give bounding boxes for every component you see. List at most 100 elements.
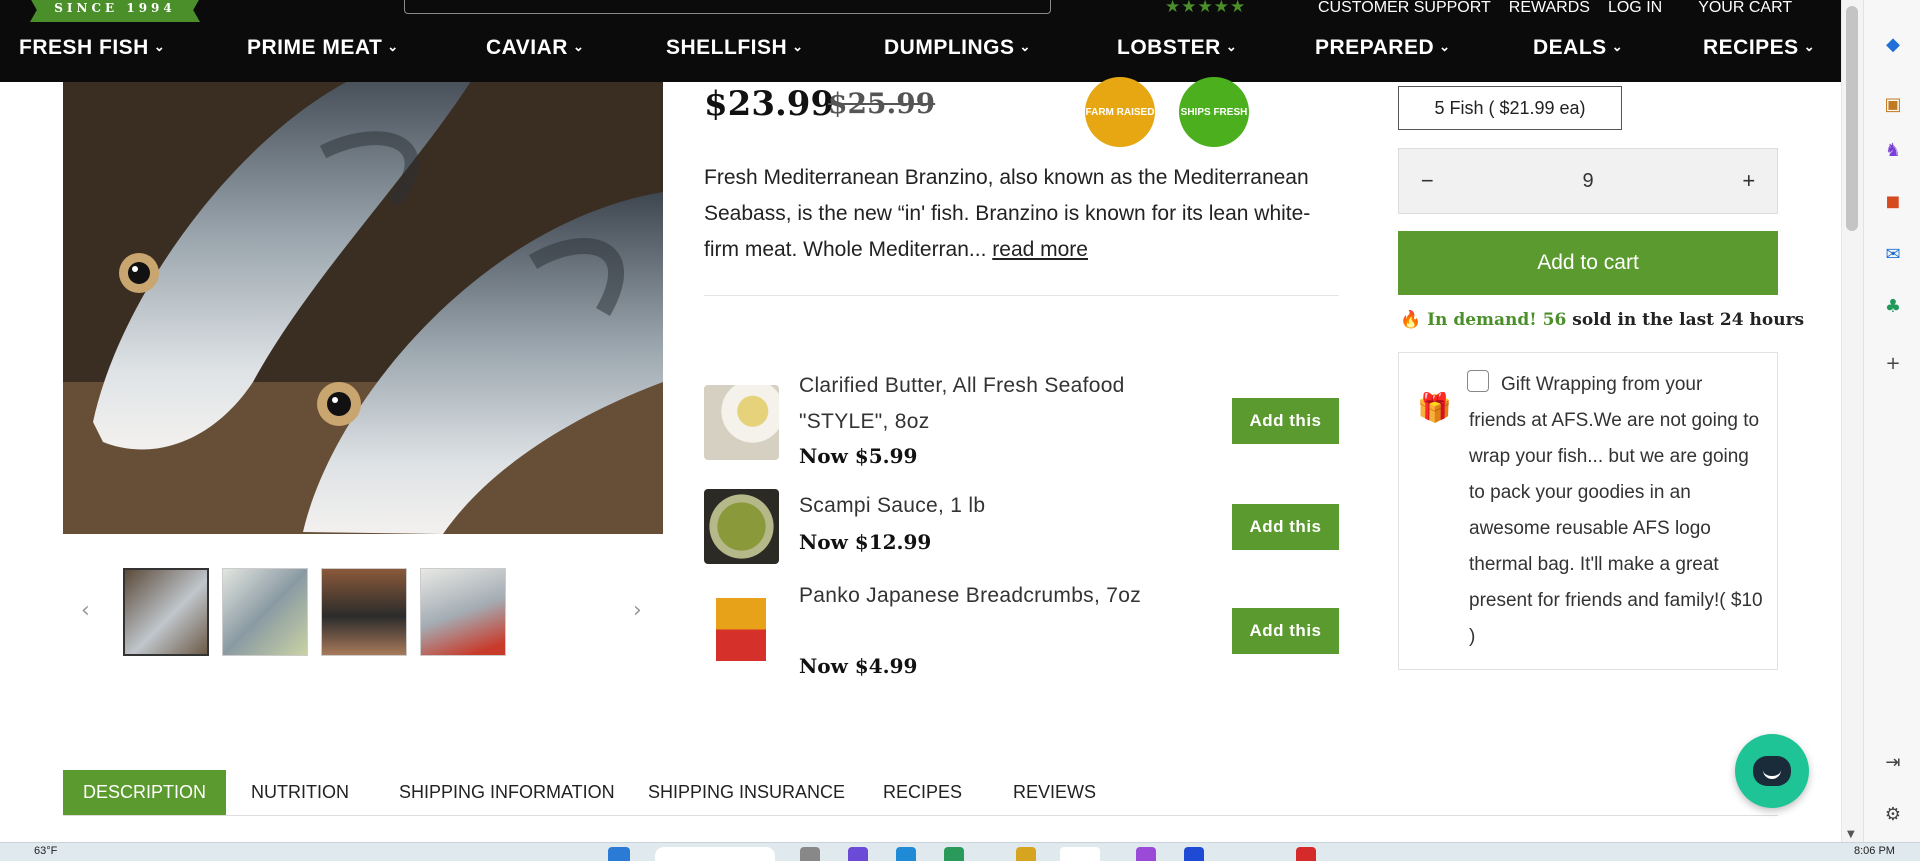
nav-label: DEALS bbox=[1533, 36, 1607, 59]
nav-prime-meat[interactable]: PRIME MEAT ⌄ bbox=[247, 36, 399, 60]
divider bbox=[704, 295, 1339, 296]
nav-label: CAVIAR bbox=[486, 36, 568, 59]
nav-recipes[interactable]: RECIPES ⌄ bbox=[1703, 36, 1815, 60]
chevron-right-icon[interactable]: › bbox=[633, 598, 642, 623]
product-main-image[interactable] bbox=[63, 82, 663, 534]
customer-support-link[interactable]: CUSTOMER SUPPORT bbox=[1318, 0, 1491, 17]
login-link[interactable]: LOG IN bbox=[1608, 0, 1662, 17]
app-icon[interactable] bbox=[1184, 847, 1204, 861]
add-addon-button[interactable]: Add this bbox=[1232, 608, 1339, 654]
nav-prepared[interactable]: PREPARED ⌄ bbox=[1315, 36, 1451, 60]
logo-tagline[interactable]: SINCE 1994 bbox=[30, 0, 200, 22]
app-icon[interactable] bbox=[896, 847, 916, 861]
nav-caviar[interactable]: CAVIAR ⌄ bbox=[486, 36, 584, 60]
gear-icon[interactable]: ⚙ bbox=[1881, 802, 1905, 826]
tab-reviews[interactable]: REVIEWS bbox=[993, 770, 1116, 815]
chevron-down-icon: ⌄ bbox=[1611, 39, 1624, 54]
windows-start-icon[interactable] bbox=[608, 847, 630, 861]
app-icon[interactable] bbox=[848, 847, 868, 861]
ships-fresh-badge: SHIPS FRESH bbox=[1179, 77, 1249, 147]
toolbox-icon[interactable]: ▣ bbox=[1881, 92, 1905, 116]
app-icon[interactable] bbox=[944, 847, 964, 861]
scroll-down-arrow-icon[interactable]: ▼ bbox=[1847, 829, 1855, 840]
chevron-down-icon: ⌄ bbox=[153, 39, 166, 54]
read-more-link[interactable]: read more bbox=[992, 238, 1088, 261]
nav-label: SHELLFISH bbox=[666, 36, 788, 59]
tab-nutrition[interactable]: NUTRITION bbox=[231, 770, 369, 815]
app-icon[interactable] bbox=[1296, 847, 1316, 861]
chess-icon[interactable]: ♞ bbox=[1881, 138, 1905, 162]
add-addon-button[interactable]: Add this bbox=[1232, 504, 1339, 550]
quantity-increase-button[interactable]: + bbox=[1721, 149, 1778, 213]
site-header: SINCE 1994 ★★★★★ CUSTOMER SUPPORT REWARD… bbox=[0, 0, 1841, 82]
nav-label: LOBSTER bbox=[1117, 36, 1221, 59]
nav-lobster[interactable]: LOBSTER ⌄ bbox=[1117, 36, 1237, 60]
variant-option-5-fish[interactable]: 5 Fish ( $21.99 ea) bbox=[1398, 86, 1622, 130]
page-scrollbar[interactable]: ▼ bbox=[1841, 0, 1863, 842]
thumbnail-1[interactable] bbox=[123, 568, 209, 656]
demand-notice: 🔥 In demand! 56 sold in the last 24 hour… bbox=[1400, 310, 1804, 330]
addon-name[interactable]: Clarified Butter, All Fresh Seafood "STY… bbox=[799, 368, 1179, 440]
tab-description[interactable]: DESCRIPTION bbox=[63, 770, 227, 815]
chevron-down-icon: ⌄ bbox=[1803, 39, 1816, 54]
price-original: $25.99 bbox=[828, 87, 936, 120]
addon-name[interactable]: Scampi Sauce, 1 lb bbox=[799, 488, 1179, 524]
quantity-decrease-button[interactable]: − bbox=[1399, 149, 1456, 213]
demand-label: In demand! bbox=[1427, 310, 1537, 330]
edge-app-icon[interactable] bbox=[1060, 847, 1100, 861]
nav-dumplings[interactable]: DUMPLINGS ⌄ bbox=[884, 36, 1031, 60]
addon-image-scampi bbox=[704, 489, 779, 564]
tab-shipping-information[interactable]: SHIPPING INFORMATION bbox=[379, 770, 635, 815]
rewards-link[interactable]: REWARDS bbox=[1509, 0, 1590, 17]
chat-button[interactable] bbox=[1735, 734, 1809, 808]
nav-deals[interactable]: DEALS ⌄ bbox=[1533, 36, 1623, 60]
cart-link[interactable]: YOUR CART bbox=[1698, 0, 1792, 17]
browser-sidebar: ◆ ▣ ♞ ◼ ✉ ♣ + ⇥ ⚙ bbox=[1863, 0, 1920, 842]
chevron-down-icon: ⌄ bbox=[1019, 39, 1031, 54]
product-description: Fresh Mediterranean Branzino, also known… bbox=[704, 160, 1344, 268]
badge-label: FARM RAISED bbox=[1085, 106, 1155, 118]
product-tabs: DESCRIPTION NUTRITION SHIPPING INFORMATI… bbox=[63, 770, 1778, 816]
chat-icon bbox=[1753, 756, 1791, 786]
tab-recipes[interactable]: RECIPES bbox=[863, 770, 982, 815]
price-current: $23.99 bbox=[704, 84, 835, 124]
add-to-cart-button[interactable]: Add to cart bbox=[1398, 231, 1778, 295]
thumbnail-2[interactable] bbox=[222, 568, 308, 656]
addon-price: Now $5.99 bbox=[799, 444, 918, 468]
chevron-down-icon: ⌄ bbox=[792, 39, 804, 54]
app-icon[interactable] bbox=[1016, 847, 1036, 861]
quantity-input[interactable] bbox=[1455, 169, 1721, 193]
taskbar-search[interactable] bbox=[655, 847, 775, 861]
search-input[interactable] bbox=[404, 0, 1051, 14]
rating-stars: ★★★★★ bbox=[1165, 0, 1247, 17]
addon-name[interactable]: Panko Japanese Breadcrumbs, 7oz bbox=[799, 578, 1179, 614]
app-icon[interactable] bbox=[1136, 847, 1156, 861]
chevron-left-icon[interactable]: ‹ bbox=[81, 598, 90, 623]
badge-label: SHIPS FRESH bbox=[1180, 106, 1248, 118]
scrollbar-thumb[interactable] bbox=[1846, 6, 1858, 231]
thumbnail-4[interactable] bbox=[420, 568, 506, 656]
chevron-down-icon: ⌄ bbox=[387, 39, 399, 54]
farm-raised-badge: FARM RAISED bbox=[1085, 77, 1155, 147]
tree-icon[interactable]: ♣ bbox=[1881, 294, 1905, 318]
tag-icon[interactable]: ◆ bbox=[1881, 32, 1905, 56]
app-icon[interactable] bbox=[800, 847, 820, 861]
gift-wrap-text: Gift Wrapping from your friends at AFS.W… bbox=[1469, 374, 1763, 647]
chevron-down-icon: ⌄ bbox=[1225, 39, 1238, 54]
add-addon-button[interactable]: Add this bbox=[1232, 398, 1339, 444]
thumbnail-3[interactable] bbox=[321, 568, 407, 656]
outlook-icon[interactable]: ✉ bbox=[1881, 242, 1905, 266]
chevron-down-icon: ⌄ bbox=[1439, 39, 1451, 54]
nav-shellfish[interactable]: SHELLFISH ⌄ bbox=[666, 36, 804, 60]
demand-suffix: sold in the last 24 hours bbox=[1572, 310, 1805, 330]
clock[interactable]: 8:06 PM bbox=[1854, 845, 1895, 857]
add-icon[interactable]: + bbox=[1881, 351, 1905, 375]
addon-image-panko bbox=[716, 592, 766, 667]
weather-temp[interactable]: 63°F bbox=[34, 845, 57, 857]
nav-fresh-fish[interactable]: FRESH FISH ⌄ bbox=[19, 36, 165, 60]
office-icon[interactable]: ◼ bbox=[1881, 189, 1905, 213]
tab-shipping-insurance[interactable]: SHIPPING INSURANCE bbox=[628, 770, 865, 815]
panel-icon[interactable]: ⇥ bbox=[1881, 750, 1905, 774]
nav-label: PRIME MEAT bbox=[247, 36, 383, 59]
nav-label: RECIPES bbox=[1703, 36, 1799, 59]
